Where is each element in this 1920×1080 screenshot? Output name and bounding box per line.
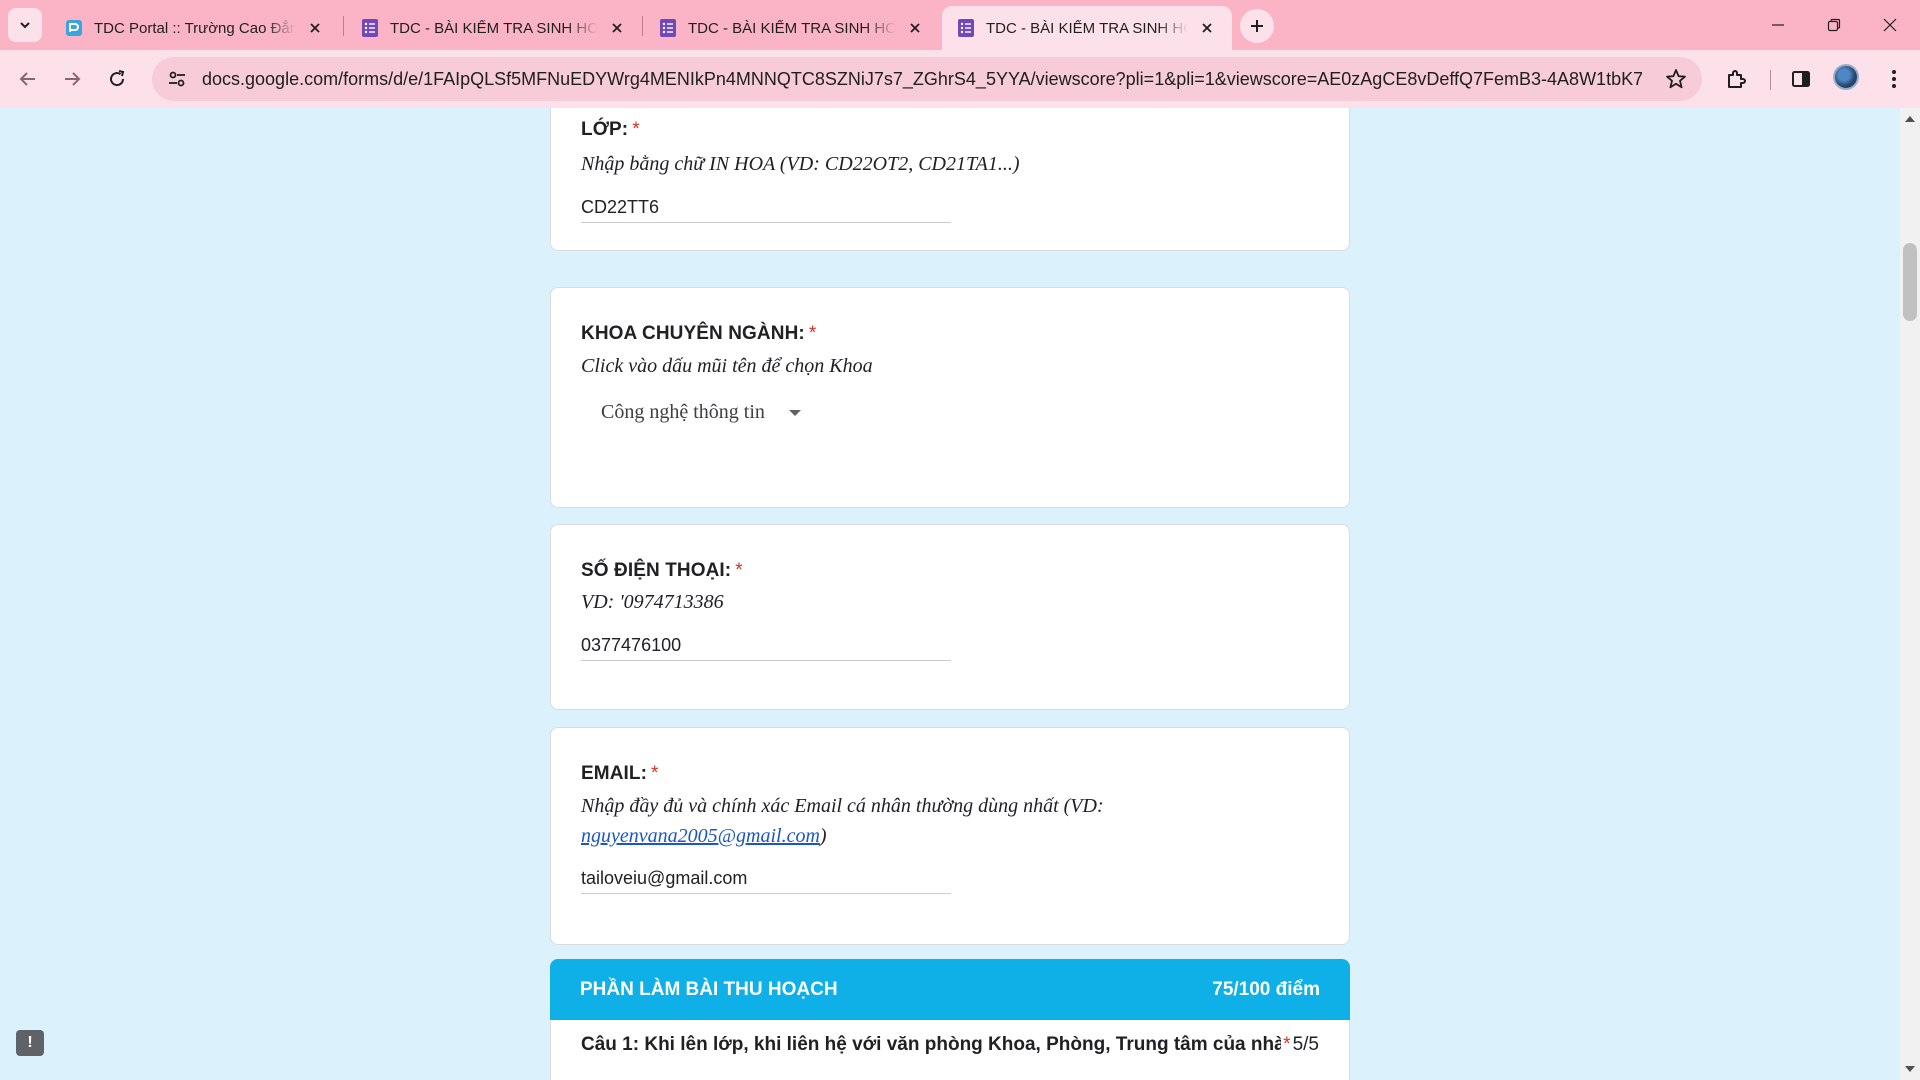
tab-form-2[interactable]: TDC - BÀI KIỂM TRA SINH HOẠT [346, 6, 642, 50]
required-mark: * [808, 323, 817, 344]
extensions-button[interactable] [1721, 64, 1751, 94]
required-mark: * [651, 763, 659, 784]
form-page: LỚP: * Nhập bằng chữ IN HOA (VD: CD22OT2,… [0, 108, 1900, 1080]
minimize-icon [1772, 24, 1784, 26]
restore-button[interactable] [1806, 0, 1862, 50]
tab-title: TDC - BÀI KIỂM TRA SINH HOẠT [688, 19, 896, 37]
restore-icon [1827, 18, 1841, 32]
forward-button[interactable] [54, 61, 90, 97]
dropdown-arrow-icon[interactable] [788, 409, 801, 416]
question-title: SỐ ĐIỆN THOẠI: * [581, 560, 743, 582]
profile-avatar[interactable] [1833, 64, 1859, 90]
reload-button[interactable] [99, 61, 135, 97]
question-score-value: 5/5 [1292, 1034, 1319, 1055]
question-title-text: EMAIL: [581, 763, 648, 784]
reload-icon [110, 70, 125, 87]
side-panel-button[interactable] [1786, 64, 1816, 94]
plus-icon [1251, 20, 1263, 32]
close-tab-icon[interactable] [904, 17, 926, 39]
help-text-suffix: ) [819, 825, 827, 847]
question-title: EMAIL: * [581, 763, 659, 785]
tab-title: TDC - BÀI KIỂM TRA SINH HOẠT [390, 19, 598, 37]
tdc-portal-icon [64, 18, 84, 38]
question-help-text: Nhập đầy đủ và chính xác Email cá nhân t… [581, 791, 1281, 851]
google-forms-icon [360, 18, 380, 38]
tab-bar: TDC Portal :: Trường Cao Đẳng TDC - BÀI … [0, 0, 1920, 50]
question-score: * 5/5 [1283, 1034, 1319, 1056]
question-card-email: EMAIL: * Nhập đầy đủ và chính xác Email c… [550, 727, 1350, 945]
arrow-right-icon [65, 72, 81, 86]
scroll-thumb[interactable] [1903, 243, 1917, 321]
question-help-text: Nhập bằng chữ IN HOA (VD: CD22OT2, CD21T… [581, 153, 1020, 175]
page-scrollbar[interactable] [1900, 108, 1920, 1080]
tab-separator [343, 16, 344, 36]
section-title: PHẦN LÀM BÀI THU HOẠCH [580, 978, 838, 1000]
question-card-phone: SỐ ĐIỆN THOẠI: * VD: '0974713386 03774761… [550, 524, 1350, 710]
tab-form-active[interactable]: TDC - BÀI KIỂM TRA SINH HOẠT [942, 6, 1232, 50]
answer-text: CD22TT6 [581, 197, 951, 223]
toolbar-separator [1770, 70, 1771, 90]
required-mark: * [632, 119, 640, 140]
browser-toolbar: docs.google.com/forms/d/e/1FAIpQLSf5MFNu… [0, 50, 1920, 108]
question-title-text: LỚP: [581, 119, 629, 140]
side-panel-icon [1792, 71, 1810, 87]
puzzle-icon [1728, 70, 1746, 88]
arrow-left-icon [19, 72, 35, 86]
answer-text: tailoveiu@gmail.com [581, 868, 951, 894]
question-card-lop: LỚP: * Nhập bằng chữ IN HOA (VD: CD22OT2,… [550, 108, 1350, 251]
tab-title: TDC Portal :: Trường Cao Đẳng [94, 19, 296, 37]
question-title: KHOA CHUYÊN NGÀNH: * [581, 323, 816, 345]
question-title: Câu 1: Khi lên lớp, khi liên hệ với văn … [581, 1034, 1281, 1055]
scroll-up-arrow-icon[interactable] [1905, 116, 1915, 122]
help-text-prefix: Nhập đầy đủ và chính xác Email cá nhân t… [581, 795, 1104, 817]
question-help-text: Click vào dấu mũi tên để chọn Khoa [581, 355, 873, 377]
close-tab-icon[interactable] [304, 17, 326, 39]
close-icon [1883, 18, 1897, 32]
answer-text: 0377476100 [581, 635, 951, 661]
google-forms-icon [658, 18, 678, 38]
faculty-dropdown[interactable]: Công nghệ thông tin [601, 401, 801, 424]
back-button[interactable] [10, 61, 46, 97]
section-header: PHẦN LÀM BÀI THU HOẠCH 75/100 điểm [550, 959, 1350, 1020]
email-example-link[interactable]: nguyenvana2005@gmail.com [581, 825, 820, 847]
site-info-icon[interactable] [162, 64, 192, 94]
section-score: 75/100 điểm [1212, 978, 1320, 1000]
chevron-down-icon [20, 22, 30, 29]
tab-separator [642, 16, 643, 36]
question-title: LỚP: * [581, 119, 640, 141]
question-card-q1: Câu 1: Khi lên lớp, khi liên hệ với văn … [550, 1020, 1350, 1080]
close-window-button[interactable] [1862, 0, 1918, 50]
tab-search-button[interactable] [8, 8, 42, 42]
url-text[interactable]: docs.google.com/forms/d/e/1FAIpQLSf5MFNu… [202, 69, 1642, 90]
dropdown-selected-value: Công nghệ thông tin [601, 401, 765, 423]
required-mark: * [735, 560, 743, 581]
report-feedback-button[interactable]: ! [16, 1030, 44, 1056]
question-title-text: SỐ ĐIỆN THOẠI: [581, 560, 732, 581]
required-mark: * [1283, 1034, 1291, 1055]
tab-tdc-portal[interactable]: TDC Portal :: Trường Cao Đẳng [50, 6, 340, 50]
question-title-text: KHOA CHUYÊN NGÀNH: [581, 323, 805, 344]
more-vert-icon [1892, 70, 1896, 88]
question-card-khoa: KHOA CHUYÊN NGÀNH: * Click vào dấu mũi tê… [550, 287, 1350, 508]
question-help-text: VD: '0974713386 [581, 591, 724, 613]
minimize-button[interactable] [1750, 0, 1806, 50]
google-forms-icon [956, 18, 976, 38]
close-tab-icon[interactable] [1196, 17, 1218, 39]
close-tab-icon[interactable] [606, 17, 628, 39]
bookmark-star-icon[interactable] [1664, 67, 1688, 91]
browser-menu-button[interactable] [1879, 64, 1909, 94]
address-bar[interactable]: docs.google.com/forms/d/e/1FAIpQLSf5MFNu… [152, 57, 1702, 101]
new-tab-button[interactable] [1240, 9, 1274, 43]
tab-form-3[interactable]: TDC - BÀI KIỂM TRA SINH HOẠT [644, 6, 940, 50]
scroll-down-arrow-icon[interactable] [1905, 1066, 1915, 1072]
tab-title: TDC - BÀI KIỂM TRA SINH HOẠT [986, 19, 1188, 37]
feedback-icon: ! [27, 1034, 33, 1051]
